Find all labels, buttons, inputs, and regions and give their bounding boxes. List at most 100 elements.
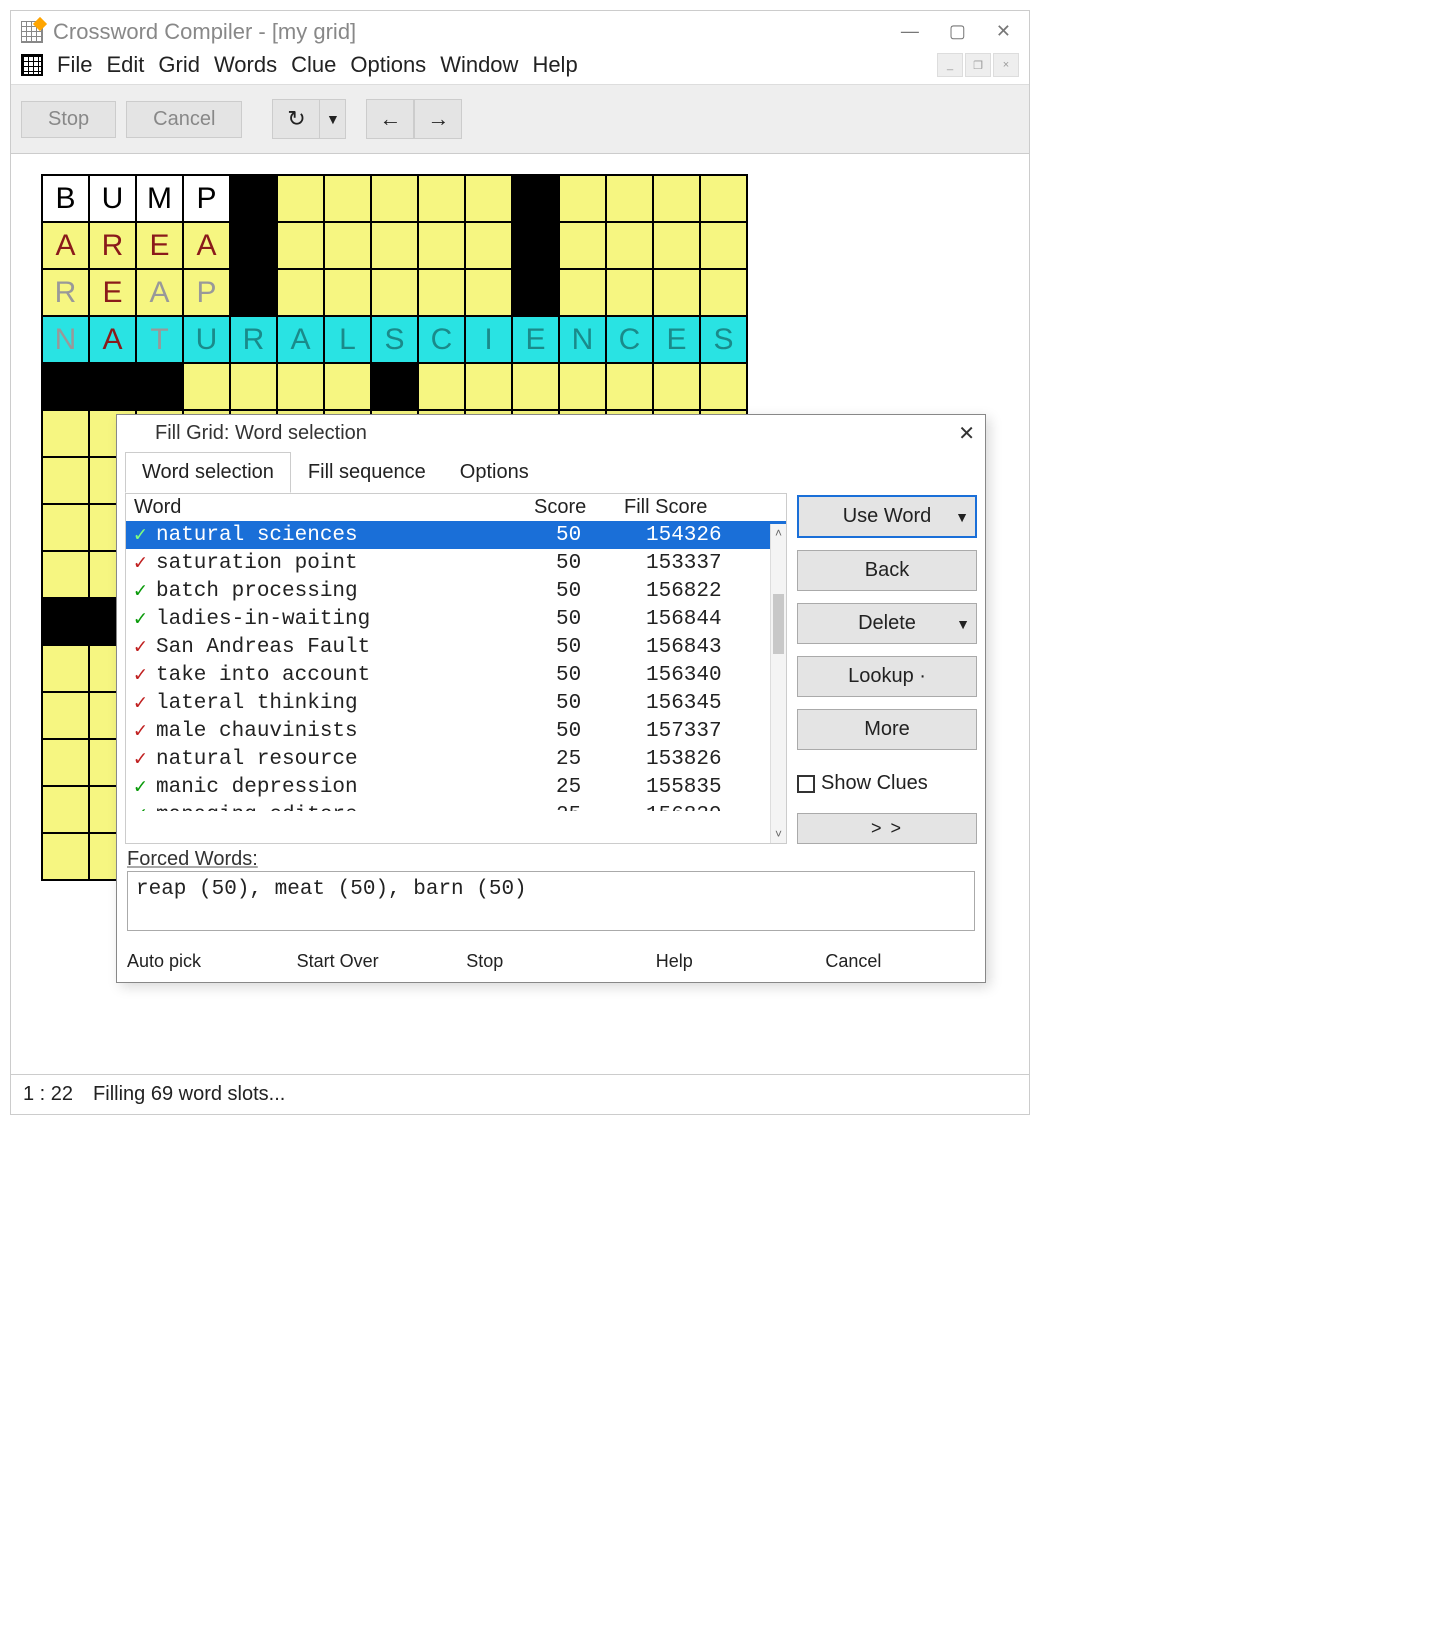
grid-cell[interactable] [42,598,89,645]
grid-cell[interactable] [371,363,418,410]
grid-cell[interactable] [418,363,465,410]
grid-cell[interactable] [42,363,89,410]
refresh-button[interactable]: ↻ [272,99,320,139]
grid-cell[interactable] [653,269,700,316]
grid-cell[interactable] [418,222,465,269]
tab-options[interactable]: Options [443,452,546,493]
use-word-button[interactable]: Use Word ▼ [797,495,977,538]
menu-edit[interactable]: Edit [106,52,144,77]
header-fill-score[interactable]: Fill Score [624,496,778,519]
word-row[interactable]: ✓manic depression25155835 [126,773,786,801]
grid-cell[interactable]: I [465,316,512,363]
grid-cell[interactable] [42,504,89,551]
grid-cell[interactable] [512,363,559,410]
grid-cell[interactable]: R [89,222,136,269]
grid-cell[interactable]: M [136,175,183,222]
menu-help[interactable]: Help [532,52,577,77]
grid-cell[interactable] [700,222,747,269]
menu-window[interactable]: Window [440,52,518,77]
grid-cell[interactable] [606,222,653,269]
grid-cell[interactable] [700,363,747,410]
grid-cell[interactable]: U [183,316,230,363]
word-row[interactable]: ✓batch processing50156822 [126,577,786,605]
menu-clue[interactable]: Clue [291,52,336,77]
grid-cell[interactable]: E [136,222,183,269]
mdi-minimize[interactable]: _ [937,53,963,77]
dialog-close-button[interactable]: ✕ [958,421,975,446]
grid-cell[interactable] [42,786,89,833]
grid-cell[interactable]: N [559,316,606,363]
grid-cell[interactable] [465,269,512,316]
mdi-close[interactable]: × [993,53,1019,77]
grid-cell[interactable] [512,175,559,222]
word-row[interactable]: ✓lateral thinking50156345 [126,689,786,717]
lookup-button[interactable]: Lookup · [797,656,977,697]
grid-cell[interactable]: R [42,269,89,316]
grid-cell[interactable]: N [42,316,89,363]
menu-words[interactable]: Words [214,52,277,77]
forced-words-input[interactable]: reap (50), meat (50), barn (50) [127,871,975,931]
back-button[interactable]: Back [797,550,977,591]
scroll-down-icon[interactable]: ˅ [771,825,786,843]
maximize-button[interactable]: ▢ [949,21,966,42]
grid-cell[interactable] [465,222,512,269]
grid-cell[interactable]: T [136,316,183,363]
grid-cell[interactable]: R [230,316,277,363]
delete-button[interactable]: Delete ▼ [797,603,977,644]
grid-cell[interactable]: C [606,316,653,363]
grid-cell[interactable] [559,222,606,269]
dialog-stop-button[interactable]: Stop [466,951,616,972]
grid-cell[interactable] [183,363,230,410]
grid-cell[interactable] [559,269,606,316]
grid-cell[interactable] [418,175,465,222]
grid-cell[interactable] [230,222,277,269]
grid-cell[interactable] [277,363,324,410]
grid-cell[interactable]: A [42,222,89,269]
grid-cell[interactable] [700,175,747,222]
refresh-dropdown[interactable]: ▼ [320,99,346,139]
help-button[interactable]: Help [656,951,806,972]
word-row[interactable]: ✓natural resource25153826 [126,745,786,773]
grid-cell[interactable] [230,363,277,410]
word-row[interactable]: ✓San Andreas Fault50156843 [126,633,786,661]
close-button[interactable]: ✕ [996,21,1011,42]
more-button[interactable]: More [797,709,977,750]
auto-pick-button[interactable]: Auto pick [127,951,277,972]
grid-cell[interactable] [418,269,465,316]
cancel-button[interactable]: Cancel [126,101,242,138]
header-score[interactable]: Score [534,496,624,519]
header-word[interactable]: Word [134,496,534,519]
grid-cell[interactable] [324,222,371,269]
expand-button[interactable]: > > [797,813,977,844]
word-row[interactable]: ✓natural sciences50154326 [126,521,786,549]
grid-cell[interactable] [371,269,418,316]
tab-word-selection[interactable]: Word selection [125,452,291,493]
word-row[interactable]: ✓saturation point50153337 [126,549,786,577]
menu-grid[interactable]: Grid [158,52,200,77]
grid-cell[interactable] [42,410,89,457]
grid-cell[interactable] [42,692,89,739]
menu-file[interactable]: File [57,52,92,77]
stop-button[interactable]: Stop [21,101,116,138]
grid-cell[interactable] [700,269,747,316]
grid-cell[interactable] [465,363,512,410]
grid-cell[interactable] [653,222,700,269]
grid-cell[interactable]: A [136,269,183,316]
grid-cell[interactable] [42,833,89,880]
show-clues-checkbox[interactable]: Show Clues [797,772,977,795]
grid-cell[interactable] [606,269,653,316]
grid-cell[interactable] [512,269,559,316]
grid-cell[interactable] [653,175,700,222]
nav-back-button[interactable]: ← [366,99,414,139]
mdi-restore[interactable]: ❐ [965,53,991,77]
start-over-button[interactable]: Start Over [297,951,447,972]
chevron-down-icon[interactable]: ▼ [955,509,969,525]
grid-cell[interactable]: P [183,269,230,316]
grid-cell[interactable] [606,175,653,222]
list-scrollbar[interactable]: ˄ ˅ [770,524,786,843]
grid-cell[interactable] [277,222,324,269]
grid-cell[interactable] [230,269,277,316]
grid-cell[interactable] [559,175,606,222]
grid-cell[interactable]: U [89,175,136,222]
grid-cell[interactable] [277,269,324,316]
